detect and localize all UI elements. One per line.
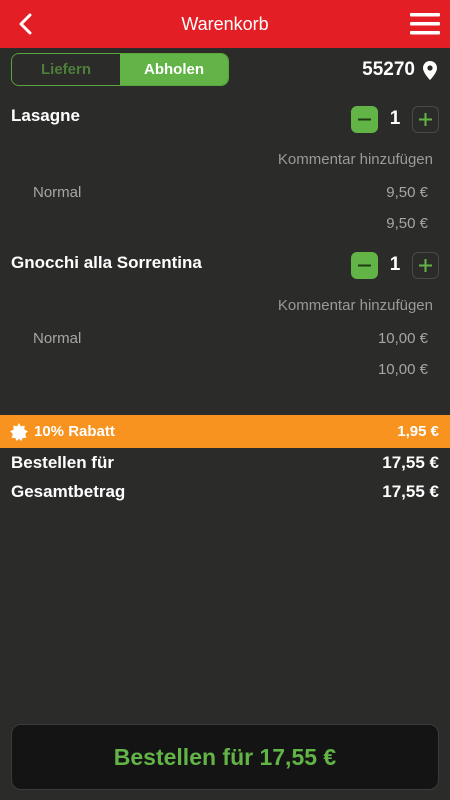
total-label: Gesamtbetrag	[11, 482, 126, 501]
cart-item-name: Lasagne	[11, 106, 80, 125]
order-for-label: Bestellen für	[11, 453, 114, 472]
minus-icon	[358, 118, 371, 120]
order-for-value: 17,55 €	[382, 453, 439, 472]
item-variant-label: Normal	[33, 184, 82, 201]
location-zip[interactable]: 55270	[362, 56, 437, 84]
app-header: Warenkorb	[0, 0, 450, 48]
cart-item-name: Gnocchi alla Sorrentina	[11, 253, 202, 272]
minus-icon	[358, 264, 371, 266]
add-comment-link[interactable]: Kommentar hinzufügen	[278, 151, 433, 168]
quantity-value: 1	[389, 108, 401, 129]
place-order-button[interactable]: Bestellen für 17,55 €	[11, 724, 439, 790]
plus-icon	[419, 258, 432, 272]
page-title: Warenkorb	[181, 13, 269, 34]
discount-amount: 1,95 €	[397, 423, 439, 440]
increase-quantity-button[interactable]	[412, 105, 439, 133]
total-value: 17,55 €	[382, 482, 439, 501]
zip-code: 55270	[362, 59, 415, 80]
hamburger-menu-icon	[410, 13, 440, 35]
discount-bar: 10% Rabatt 1,95 €	[0, 415, 450, 448]
add-comment-link[interactable]: Kommentar hinzufügen	[278, 297, 433, 314]
menu-button[interactable]	[408, 8, 442, 40]
quantity-stepper: 1	[351, 251, 439, 279]
badge-icon	[10, 422, 28, 441]
item-variant-price: 10,00 €	[377, 330, 428, 347]
decrease-quantity-button[interactable]	[351, 251, 378, 279]
item-line-total: 10,00 €	[377, 361, 428, 378]
delivery-mode-toggle: Liefern Abholen	[11, 53, 229, 86]
delivery-option[interactable]: Liefern	[12, 54, 120, 85]
item-variant-label: Normal	[33, 330, 82, 347]
item-line-total: 9,50 €	[386, 215, 428, 232]
decrease-quantity-button[interactable]	[351, 105, 378, 133]
pickup-option[interactable]: Abholen	[120, 54, 228, 85]
order-for-row: Bestellen für 17,55 €	[11, 450, 439, 476]
quantity-value: 1	[389, 254, 401, 275]
chevron-left-icon	[19, 13, 32, 35]
back-button[interactable]	[8, 6, 44, 42]
total-row: Gesamtbetrag 17,55 €	[11, 479, 439, 505]
quantity-stepper: 1	[351, 105, 439, 133]
map-pin-icon	[423, 60, 437, 80]
item-variant-price: 9,50 €	[386, 184, 428, 201]
increase-quantity-button[interactable]	[412, 251, 439, 279]
discount-label: 10% Rabatt	[34, 423, 115, 440]
discount-label-group: 10% Rabatt	[10, 422, 115, 441]
plus-icon	[419, 112, 432, 126]
